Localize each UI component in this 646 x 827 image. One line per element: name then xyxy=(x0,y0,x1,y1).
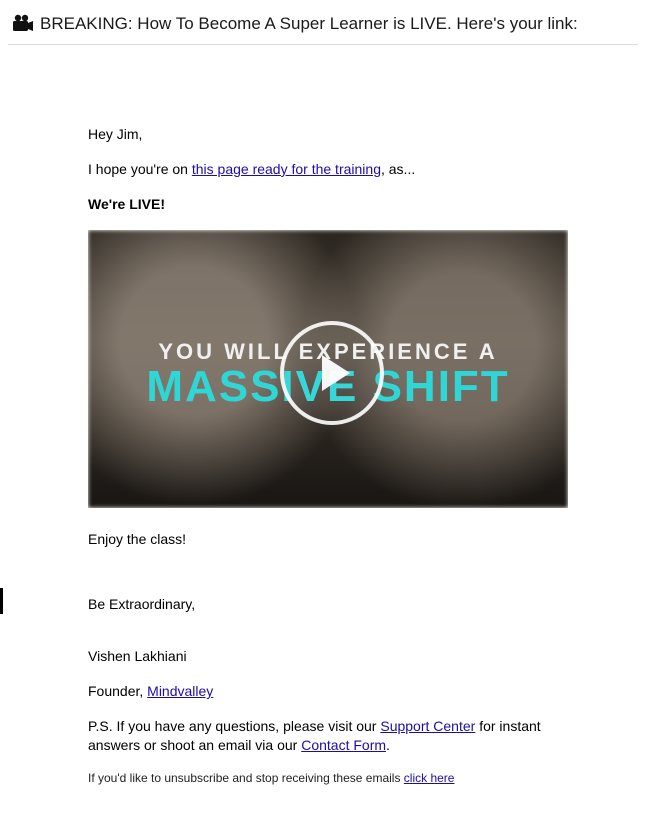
ps-prefix: P.S. If you have any questions, please v… xyxy=(88,718,380,734)
intro-suffix: , as... xyxy=(381,161,415,177)
org-link[interactable]: Mindvalley xyxy=(147,683,213,699)
contact-form-link[interactable]: Contact Form xyxy=(301,737,386,753)
spacer xyxy=(88,565,568,595)
subject-row: BREAKING: How To Become A Super Learner … xyxy=(8,10,638,45)
play-icon xyxy=(322,355,350,391)
sender-name: Vishen Lakhiani xyxy=(88,647,568,666)
sender-title: Founder, Mindvalley xyxy=(88,682,568,701)
signoff: Be Extraordinary, xyxy=(88,595,568,614)
unsub-prefix: If you'd like to unsubscribe and stop re… xyxy=(88,771,404,785)
edge-marker xyxy=(0,588,3,614)
unsubscribe-note: If you'd like to unsubscribe and stop re… xyxy=(88,771,568,785)
play-button[interactable] xyxy=(280,321,384,425)
sender-title-prefix: Founder, xyxy=(88,683,147,699)
email-page: BREAKING: How To Become A Super Learner … xyxy=(0,0,646,827)
unsubscribe-link[interactable]: click here xyxy=(404,771,455,785)
email-subject: BREAKING: How To Become A Super Learner … xyxy=(40,14,578,34)
live-announcement: We're LIVE! xyxy=(88,195,568,214)
postscript: P.S. If you have any questions, please v… xyxy=(88,717,568,755)
greeting: Hey Jim, xyxy=(88,125,568,144)
intro-prefix: I hope you're on xyxy=(88,161,192,177)
spacer xyxy=(88,629,568,647)
movie-camera-icon xyxy=(12,14,34,34)
enjoy-line: Enjoy the class! xyxy=(88,530,568,549)
email-body: Hey Jim, I hope you're on this page read… xyxy=(8,45,638,807)
intro-line: I hope you're on this page ready for the… xyxy=(88,160,568,179)
support-center-link[interactable]: Support Center xyxy=(380,718,475,734)
ps-suffix: . xyxy=(386,737,390,753)
video-thumbnail[interactable]: YOU WILL EXPERIENCE A MASSIVE SHIFT xyxy=(88,230,568,508)
training-page-link[interactable]: this page ready for the training xyxy=(192,161,381,177)
